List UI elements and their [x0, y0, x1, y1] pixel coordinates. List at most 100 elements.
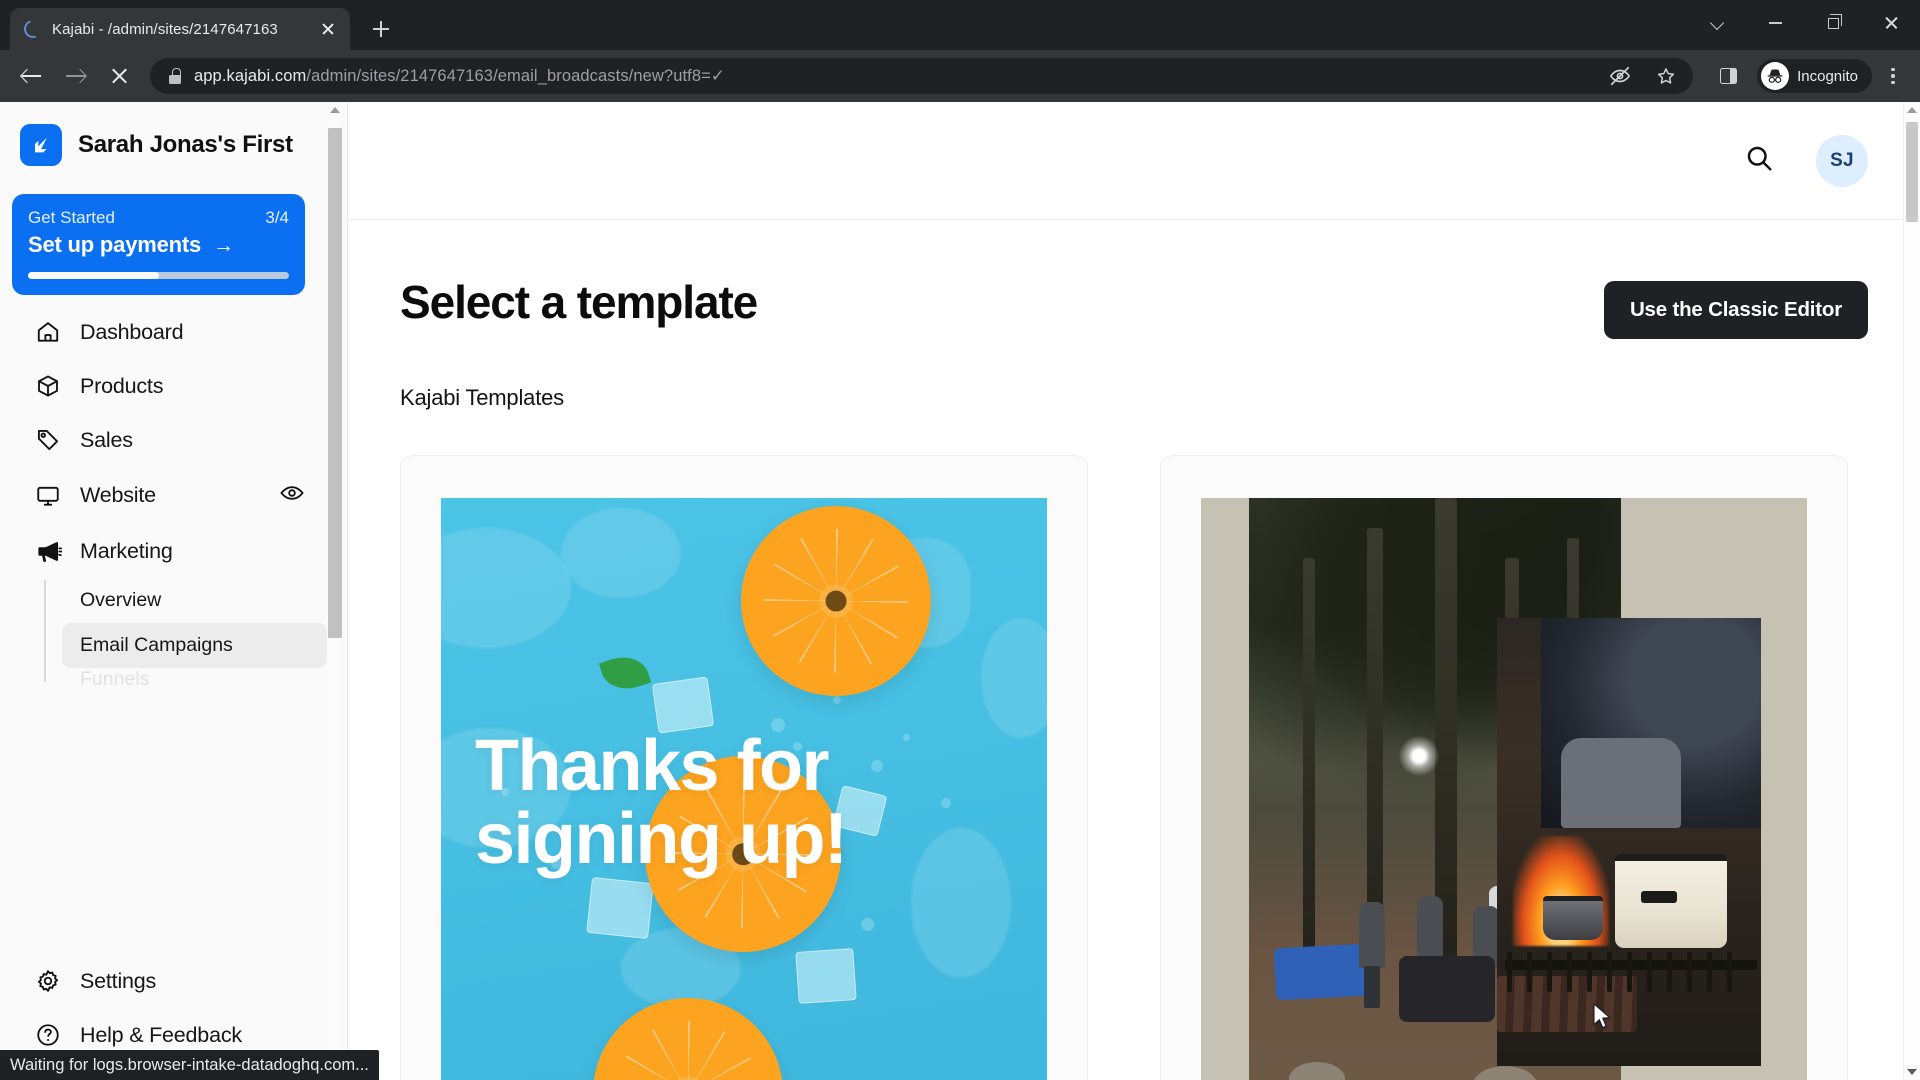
sidebar-subitem-email-campaigns[interactable]: Email Campaigns — [62, 623, 327, 668]
template-card-camping[interactable] — [1160, 455, 1848, 1080]
close-tab-icon[interactable] — [316, 17, 340, 41]
get-started-action[interactable]: Set up payments → — [28, 232, 289, 258]
megaphone-icon — [34, 537, 62, 565]
sidebar-item-label: Website — [80, 483, 156, 507]
monitor-icon — [34, 482, 62, 510]
search-icon — [1744, 143, 1774, 178]
template-card-thanks-for-signing-up[interactable]: Thanks for signing up! — [400, 455, 1088, 1080]
sidebar-item-label: Marketing — [80, 538, 173, 563]
avatar[interactable]: SJ — [1816, 134, 1868, 187]
search-button[interactable] — [1742, 144, 1776, 178]
lock-icon — [168, 68, 182, 84]
sidebar-subitem-overview[interactable]: Overview — [62, 578, 327, 623]
close-icon — [1884, 16, 1898, 30]
sidebar-subitem-funnels[interactable]: Funnels — [62, 668, 327, 694]
star-icon — [1656, 66, 1676, 86]
incognito-hat-icon — [1761, 62, 1790, 90]
get-started-card[interactable]: Get Started 3/4 Set up payments → — [12, 194, 305, 295]
address-bar[interactable]: app.kajabi.com/admin/sites/2147647163/em… — [150, 55, 1694, 97]
restore-icon — [1827, 14, 1842, 29]
incognito-indicator[interactable]: Incognito — [1757, 59, 1872, 93]
sidebar-item-dashboard[interactable]: Dashboard — [12, 305, 315, 359]
sidebar-item-products[interactable]: Products — [12, 359, 315, 413]
back-arrow-icon — [21, 67, 41, 86]
grill-bars — [1507, 952, 1755, 992]
box-icon — [34, 372, 62, 400]
sidebar-scrollbar[interactable] — [327, 102, 343, 1080]
window-controls — [1688, 0, 1920, 46]
kajabi-logo-icon — [20, 124, 62, 166]
chevron-down-icon — [1711, 17, 1724, 30]
tag-icon — [34, 426, 62, 454]
page-scroll-up-button[interactable] — [1904, 102, 1920, 118]
sidebar-nav: Dashboard Products Sales Website Marketi… — [0, 295, 327, 694]
sidebar-item-label: Dashboard — [80, 319, 184, 344]
minimize-icon — [1768, 22, 1782, 24]
app-header: SJ — [348, 102, 1920, 220]
page-scrollbar[interactable] — [1903, 102, 1920, 1080]
side-panel-icon — [1719, 68, 1737, 84]
new-tab-button[interactable] — [364, 12, 398, 46]
toolbar-right: Incognito — [1703, 55, 1910, 97]
omnibox-actions — [1599, 55, 1687, 97]
page-content: Select a template Use the Classic Editor… — [348, 220, 1920, 1080]
browser-toolbar: app.kajabi.com/admin/sites/2147647163/em… — [0, 50, 1920, 102]
sidebar-item-sales[interactable]: Sales — [12, 413, 315, 467]
page-scrollbar-thumb[interactable] — [1906, 122, 1918, 222]
sidebar-item-settings[interactable]: Settings — [12, 954, 335, 1008]
back-button[interactable] — [10, 55, 52, 97]
browser-menu-button[interactable] — [1876, 59, 1910, 93]
sidebar-item-label: Products — [80, 373, 164, 398]
stop-loading-button[interactable] — [98, 55, 140, 97]
sidebar-scroll-area: Get Started 3/4 Set up payments → Dashbo… — [0, 182, 347, 948]
get-started-row: Get Started 3/4 — [28, 208, 289, 228]
camping-campfire-photo — [1497, 618, 1761, 1066]
url-host: app.kajabi.com — [194, 67, 307, 85]
use-classic-editor-button[interactable]: Use the Classic Editor — [1603, 281, 1868, 339]
preview-site-button[interactable] — [279, 480, 305, 511]
sidebar-item-label: Help & Feedback — [80, 1022, 242, 1047]
forward-arrow-icon — [65, 67, 85, 86]
side-panel-button[interactable] — [1707, 55, 1749, 97]
sidebar-item-label: Settings — [80, 968, 157, 993]
section-title: Kajabi Templates — [400, 385, 564, 410]
stop-icon — [111, 68, 128, 85]
site-name: Sarah Jonas's First — [78, 131, 293, 158]
loading-spinner-icon — [21, 17, 45, 41]
bookmark-button[interactable] — [1645, 55, 1687, 97]
sidebar-scroll-up-button[interactable] — [327, 102, 343, 118]
url-path: /admin/sites/2147647163/email_broadcasts… — [306, 67, 725, 85]
get-started-progress — [28, 272, 289, 279]
sidebar-item-marketing[interactable]: Marketing — [12, 524, 315, 578]
browser-tab[interactable]: Kajabi - /admin/sites/2147647163 — [10, 8, 350, 50]
eye-off-icon — [1609, 65, 1631, 87]
page-title: Select a template — [400, 276, 758, 328]
page-header-row: Select a template Use the Classic Editor — [400, 275, 1868, 339]
eye-icon — [279, 480, 305, 511]
tab-strip: Kajabi - /admin/sites/2147647163 — [0, 0, 1920, 50]
home-icon — [34, 318, 62, 346]
brand-header[interactable]: Sarah Jonas's First — [0, 102, 347, 182]
gear-icon — [34, 967, 62, 995]
tab-search-button[interactable] — [1688, 0, 1746, 46]
maximize-button[interactable] — [1804, 0, 1862, 46]
get-started-label: Get Started — [28, 208, 115, 227]
question-circle-icon — [34, 1021, 62, 1049]
forward-button[interactable] — [54, 55, 96, 97]
sidebar-item-label: Sales — [80, 427, 133, 452]
status-bubble: Waiting for logs.browser-intake-datadogh… — [0, 1050, 379, 1080]
marketing-subnav: Overview Email Campaigns — [44, 578, 327, 682]
tracking-protection-button[interactable] — [1599, 55, 1641, 97]
template-grid: Thanks for signing up! — [400, 455, 1868, 1080]
app-sidebar: Sarah Jonas's First Get Started 3/4 Set … — [0, 102, 348, 1080]
close-window-button[interactable] — [1862, 0, 1920, 46]
sidebar-scrollbar-thumb[interactable] — [328, 128, 342, 638]
tab-title: Kajabi - /admin/sites/2147647163 — [52, 20, 278, 38]
minimize-button[interactable] — [1746, 0, 1804, 46]
page-viewport: Sarah Jonas's First Get Started 3/4 Set … — [0, 102, 1920, 1080]
page-scroll-down-button[interactable] — [1904, 1064, 1920, 1080]
get-started-action-label: Set up payments — [28, 232, 202, 257]
arrow-right-icon: → — [213, 233, 235, 257]
template-preview-camping — [1201, 498, 1807, 1080]
sidebar-item-website[interactable]: Website — [12, 467, 315, 524]
